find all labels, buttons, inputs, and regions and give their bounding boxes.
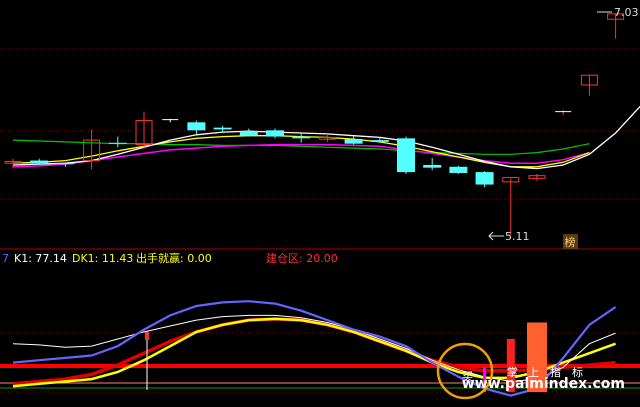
k1-value: K1: 77.14 bbox=[14, 252, 67, 265]
candle-body bbox=[475, 172, 494, 185]
candle-body bbox=[187, 122, 206, 131]
candle-body bbox=[397, 138, 415, 173]
candle-body bbox=[344, 139, 363, 144]
signal-value: 出手就赢: 0.00 bbox=[136, 251, 212, 265]
dk1-value: DK1: 11.43 bbox=[72, 252, 133, 265]
indicator-header: 7 K1: 77.14 DK1: 11.43 出手就赢: 0.00 建仓区: 2… bbox=[2, 251, 338, 265]
high-price-label: 7.03 bbox=[614, 6, 639, 19]
zone-value: 建仓区: 20.00 bbox=[266, 251, 338, 265]
candle-body bbox=[213, 127, 232, 130]
indicator-prefix: 7 bbox=[2, 252, 9, 265]
candle-body bbox=[30, 160, 49, 164]
candle-body bbox=[423, 165, 442, 168]
candle-body bbox=[108, 142, 127, 144]
candle-body bbox=[449, 166, 468, 173]
watermark: www.palmindex.com bbox=[462, 376, 625, 392]
marker-tick-cap bbox=[145, 332, 149, 340]
candle-body bbox=[292, 136, 311, 139]
stock-chart: 7.03 5.11 榜 7 K1: 77.14 DK1: 11.43 出手就赢:… bbox=[0, 0, 640, 407]
candle-body bbox=[239, 131, 258, 136]
candle-body bbox=[56, 163, 75, 165]
candle-body bbox=[370, 140, 389, 142]
low-price-label: 5.11 bbox=[505, 230, 530, 243]
rank-badge[interactable]: 榜 bbox=[565, 235, 576, 249]
candle-body bbox=[266, 130, 284, 137]
